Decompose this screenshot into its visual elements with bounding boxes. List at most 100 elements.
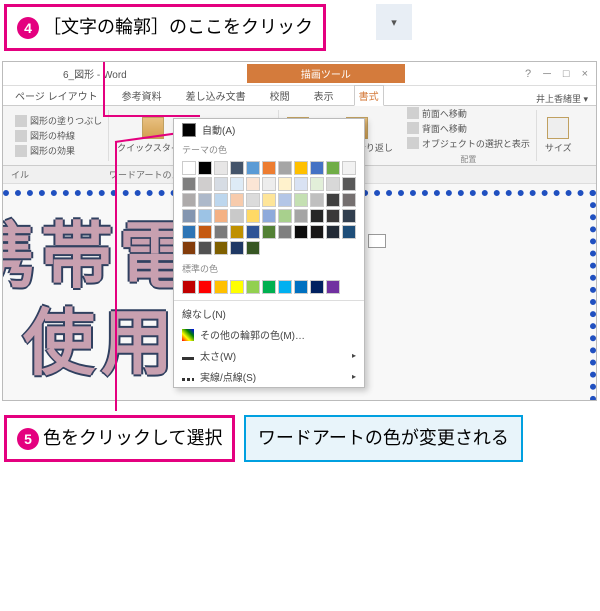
- color-swatch[interactable]: [214, 241, 228, 255]
- color-swatch[interactable]: [246, 209, 260, 223]
- no-outline-item[interactable]: 線なし(N): [174, 303, 364, 324]
- color-swatch[interactable]: [310, 280, 324, 294]
- tab-format[interactable]: 書式: [354, 85, 384, 106]
- shape-outline[interactable]: 図形の枠線: [15, 129, 102, 142]
- color-swatch[interactable]: [294, 225, 308, 239]
- color-swatch[interactable]: [182, 280, 196, 294]
- shape-effects[interactable]: 図形の効果: [15, 144, 102, 157]
- color-swatch[interactable]: [294, 280, 308, 294]
- color-swatch[interactable]: [342, 225, 356, 239]
- color-swatch[interactable]: [294, 209, 308, 223]
- color-swatch[interactable]: [230, 161, 244, 175]
- tab-references[interactable]: 参考資料: [118, 86, 166, 105]
- color-swatch[interactable]: [310, 177, 324, 191]
- color-swatch[interactable]: [262, 225, 276, 239]
- color-swatch[interactable]: [246, 161, 260, 175]
- color-swatch[interactable]: [262, 280, 276, 294]
- auto-color-item[interactable]: 自動(A): [174, 119, 364, 140]
- color-swatch[interactable]: [262, 161, 276, 175]
- color-swatch[interactable]: [230, 225, 244, 239]
- color-swatch[interactable]: [214, 209, 228, 223]
- color-swatch[interactable]: [310, 161, 324, 175]
- color-swatch[interactable]: [214, 225, 228, 239]
- color-swatch[interactable]: [214, 161, 228, 175]
- color-swatch[interactable]: [342, 177, 356, 191]
- color-swatch[interactable]: [294, 161, 308, 175]
- color-swatch[interactable]: [278, 209, 292, 223]
- help-icon[interactable]: ?: [525, 68, 531, 80]
- color-swatch[interactable]: [310, 225, 324, 239]
- color-swatch[interactable]: [182, 161, 196, 175]
- color-swatch[interactable]: [198, 161, 212, 175]
- pen-icon: [15, 130, 27, 142]
- color-swatch[interactable]: [342, 209, 356, 223]
- color-swatch[interactable]: [326, 209, 340, 223]
- color-swatch[interactable]: [278, 177, 292, 191]
- color-swatch[interactable]: [262, 177, 276, 191]
- color-swatch[interactable]: [214, 280, 228, 294]
- color-swatch[interactable]: [278, 225, 292, 239]
- color-swatch[interactable]: [214, 193, 228, 207]
- color-swatch[interactable]: [310, 193, 324, 207]
- send-backward[interactable]: 背面へ移動: [407, 122, 530, 135]
- color-swatch[interactable]: [198, 280, 212, 294]
- layout-options-icon[interactable]: [368, 234, 386, 248]
- color-swatch[interactable]: [246, 241, 260, 255]
- tab-view[interactable]: 表示: [310, 86, 338, 105]
- color-swatch[interactable]: [342, 193, 356, 207]
- color-swatch[interactable]: [326, 193, 340, 207]
- color-swatch[interactable]: [182, 225, 196, 239]
- color-swatch[interactable]: [214, 177, 228, 191]
- color-swatch[interactable]: [198, 209, 212, 223]
- color-swatch[interactable]: [246, 225, 260, 239]
- color-swatch[interactable]: [310, 209, 324, 223]
- account-name[interactable]: 井上香緒里 ▾: [536, 92, 596, 105]
- color-swatch[interactable]: [230, 280, 244, 294]
- size-group[interactable]: サイズ: [541, 117, 576, 154]
- tab-layout[interactable]: ページ レイアウト: [11, 86, 102, 105]
- color-swatch[interactable]: [182, 193, 196, 207]
- color-swatch[interactable]: [182, 177, 196, 191]
- selection-pane[interactable]: オブジェクトの選択と表示: [407, 137, 530, 150]
- color-swatch[interactable]: [262, 209, 276, 223]
- color-swatch[interactable]: [198, 241, 212, 255]
- text-outline-dropdown-button[interactable]: ▾: [376, 4, 412, 40]
- maximize-icon[interactable]: □: [563, 68, 570, 80]
- color-swatch[interactable]: [246, 193, 260, 207]
- color-swatch[interactable]: [326, 177, 340, 191]
- shape-fill[interactable]: 図形の塗りつぶし: [15, 114, 102, 127]
- color-swatch[interactable]: [326, 280, 340, 294]
- more-colors-item[interactable]: その他の輪郭の色(M)…: [174, 324, 364, 345]
- color-swatch[interactable]: [246, 177, 260, 191]
- callout-5: 5色をクリックして選択: [4, 415, 235, 462]
- tab-review[interactable]: 校閲: [266, 86, 294, 105]
- color-swatch[interactable]: [182, 209, 196, 223]
- bring-forward[interactable]: 前面へ移動: [407, 107, 530, 120]
- color-swatch[interactable]: [230, 241, 244, 255]
- minimize-icon[interactable]: ─: [543, 68, 551, 80]
- color-swatch[interactable]: [326, 161, 340, 175]
- color-swatch[interactable]: [230, 209, 244, 223]
- color-swatch[interactable]: [278, 161, 292, 175]
- color-swatch[interactable]: [278, 280, 292, 294]
- color-swatch[interactable]: [278, 193, 292, 207]
- color-swatch[interactable]: [198, 193, 212, 207]
- color-swatch[interactable]: [294, 177, 308, 191]
- color-swatch[interactable]: [230, 177, 244, 191]
- callout-4-num: 4: [17, 17, 39, 39]
- window-controls: ? ─ □ ×: [525, 68, 596, 80]
- weight-item[interactable]: 太さ(W)▸: [174, 345, 364, 366]
- color-swatch[interactable]: [230, 193, 244, 207]
- color-swatch[interactable]: [342, 161, 356, 175]
- color-swatch[interactable]: [198, 177, 212, 191]
- color-swatch[interactable]: [326, 225, 340, 239]
- dashes-item[interactable]: 実線/点線(S)▸: [174, 366, 364, 387]
- arrange-label: 配置: [407, 154, 530, 165]
- color-swatch[interactable]: [246, 280, 260, 294]
- color-swatch[interactable]: [182, 241, 196, 255]
- color-swatch[interactable]: [294, 193, 308, 207]
- color-swatch[interactable]: [262, 193, 276, 207]
- color-swatch[interactable]: [198, 225, 212, 239]
- tab-mailings[interactable]: 差し込み文書: [182, 86, 250, 105]
- close-icon[interactable]: ×: [582, 68, 588, 80]
